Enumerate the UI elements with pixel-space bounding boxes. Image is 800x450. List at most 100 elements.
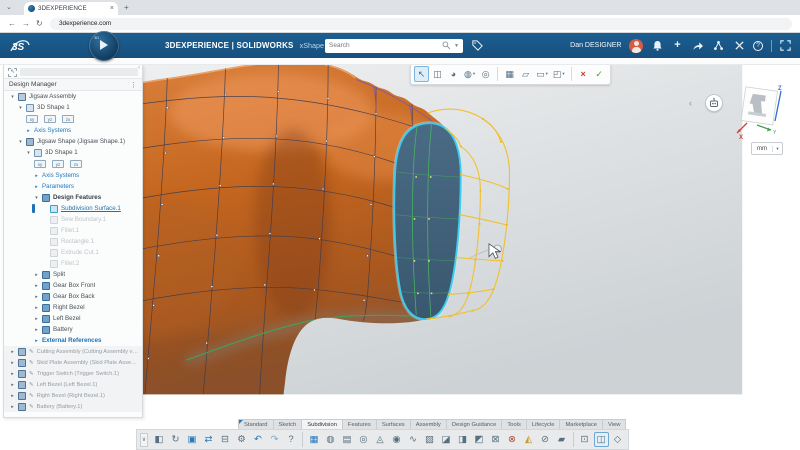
- swym-icon[interactable]: [733, 39, 746, 52]
- tree-caret-icon[interactable]: ▸: [34, 338, 39, 344]
- subdivide-box-icon[interactable]: ◫: [594, 432, 609, 447]
- panel-filter-strip[interactable]: [20, 68, 138, 76]
- tree-item-external-references[interactable]: ▸External References: [4, 335, 142, 346]
- units-dropdown[interactable]: mm ▾: [751, 142, 783, 155]
- plane-icon-yz[interactable]: yz: [52, 160, 64, 168]
- tree-item-right-bezel[interactable]: ▸Right Bezel: [4, 302, 142, 313]
- tree-item-axis-systems[interactable]: ▸Axis Systems: [4, 170, 142, 181]
- symmetry-grid-icon[interactable]: ▦: [502, 66, 517, 82]
- add-content-icon[interactable]: +: [671, 39, 684, 52]
- tree-item-cutting-assembly-cutting-assembly-v1-1[interactable]: ▸✎Cutting Assembly (Cutting Assembly v1.…: [4, 346, 142, 357]
- fullscreen-icon[interactable]: [779, 39, 792, 52]
- panel-menu-kebab-icon[interactable]: ⋮: [130, 81, 137, 89]
- tree-caret-icon[interactable]: ▾: [18, 105, 23, 111]
- loft-surface-icon[interactable]: ◪: [439, 432, 454, 447]
- image-plane-icon[interactable]: ▧: [422, 432, 437, 447]
- marquee-selection-icon[interactable]: ▭▾: [534, 66, 550, 82]
- panel-collapse-chevron-icon[interactable]: ‹: [138, 65, 140, 71]
- tree-item-left-bezel-left-bezel-1[interactable]: ▸✎Left Bezel (Left Bezel.1): [4, 379, 142, 390]
- tree-item-right-bezel-right-bezel-1[interactable]: ▸✎Right Bezel (Right Bezel.1): [4, 390, 142, 401]
- help-icon[interactable]: ?: [284, 432, 299, 447]
- reload-icon[interactable]: ↻: [36, 19, 43, 28]
- assistant-button[interactable]: [705, 94, 723, 112]
- shaded-view-icon[interactable]: ◕: [446, 66, 461, 82]
- search-input[interactable]: [329, 42, 439, 49]
- tree-caret-icon[interactable]: ▸: [34, 184, 39, 190]
- new-tab-button[interactable]: +: [124, 3, 129, 12]
- address-bar[interactable]: 3dexperience.com: [50, 18, 792, 30]
- tree-caret-icon[interactable]: ▸: [10, 404, 15, 410]
- tree-item-parameters[interactable]: ▸Parameters: [4, 181, 142, 192]
- circular-pattern-icon[interactable]: ⊘: [538, 432, 553, 447]
- combine-bodies-icon[interactable]: ⊡: [577, 432, 592, 447]
- browser-tab[interactable]: 3DEXPERIENCE ×: [24, 2, 118, 15]
- tab-search-icon[interactable]: ⌄: [6, 3, 12, 11]
- primitive-pyramid-icon[interactable]: ◬: [373, 432, 388, 447]
- tree-item-battery-battery-1[interactable]: ▸✎Battery (Battery.1): [4, 401, 142, 412]
- tree-caret-icon[interactable]: ▸: [34, 283, 39, 289]
- tree-item-axis-systems[interactable]: ▸Axis Systems: [4, 125, 142, 136]
- actionbar-collapse-icon[interactable]: ∨: [140, 433, 148, 447]
- tree-item-extrude-cut-1[interactable]: Extrude Cut.1: [4, 247, 142, 258]
- shear-transform-icon[interactable]: ▰: [554, 432, 569, 447]
- tree-item-design-features[interactable]: ▾Design Features: [4, 192, 142, 203]
- tree-item-battery[interactable]: ▸Battery: [4, 324, 142, 335]
- edit-reference-plane-icon[interactable]: ▱: [518, 66, 533, 82]
- search-scope-chevron-icon[interactable]: ▼: [454, 43, 459, 49]
- tree-item-sew-boundary-1[interactable]: Sew Boundary.1: [4, 214, 142, 225]
- undo-icon[interactable]: ↶: [251, 432, 266, 447]
- tree-caret-icon[interactable]: ▸: [26, 128, 31, 134]
- confirm-icon[interactable]: ✓: [592, 66, 607, 82]
- subdivision-display-icon[interactable]: ◫: [430, 66, 445, 82]
- collaboration-network-icon[interactable]: [712, 39, 725, 52]
- back-icon[interactable]: ←: [8, 19, 16, 28]
- delete-face-icon[interactable]: ⊗: [505, 432, 520, 447]
- tree-item-fillet-1[interactable]: Fillet.1: [4, 225, 142, 236]
- user-name[interactable]: Dan DESIGNER: [570, 42, 621, 49]
- tree-item-3d-shape-1[interactable]: ▾3D Shape 1: [4, 102, 142, 113]
- render-style-icon[interactable]: ◍▾: [462, 66, 477, 82]
- plane-icon-zx[interactable]: zx: [62, 115, 74, 123]
- mesh-sphere-icon[interactable]: ◍: [323, 432, 338, 447]
- tree-item-split[interactable]: ▸Split: [4, 269, 142, 280]
- tree-caret-icon[interactable]: ▸: [10, 393, 15, 399]
- tree-caret-icon[interactable]: ▸: [34, 327, 39, 333]
- thicken-icon[interactable]: ◩: [472, 432, 487, 447]
- tree-caret-icon[interactable]: ▸: [34, 316, 39, 322]
- mesh-grid-icon[interactable]: ▤: [340, 432, 355, 447]
- tree-item-reference-planes[interactable]: xyyzzx: [4, 113, 142, 125]
- tree-item-fillet-2[interactable]: Fillet.2: [4, 258, 142, 269]
- primitive-box-icon[interactable]: ◇: [610, 432, 625, 447]
- viewport-3d[interactable]: ↖◫◕◍▾◎▦▱▭▾◰▾×✓ ‹ ↖ Design Manager ⋮ ▾Jig…: [0, 65, 800, 450]
- tree-caret-icon[interactable]: ▸: [10, 360, 15, 366]
- style-curve-icon[interactable]: ∿: [406, 432, 421, 447]
- 3dexperience-compass[interactable]: 3D: [89, 31, 119, 61]
- plane-icon-yz[interactable]: yz: [44, 115, 56, 123]
- convert-mesh-icon[interactable]: ▦: [307, 432, 322, 447]
- revision-history-icon[interactable]: ↻: [168, 432, 183, 447]
- redo-icon[interactable]: ↷: [267, 432, 282, 447]
- tree-caret-icon[interactable]: ▸: [10, 349, 15, 355]
- tree-caret-icon[interactable]: ▾: [34, 195, 39, 201]
- tree-item-trigger-switch-trigger-switch-1[interactable]: ▸✎Trigger Switch (Trigger Switch.1): [4, 368, 142, 379]
- flex-bend-icon[interactable]: ◭: [521, 432, 536, 447]
- tree-item-left-bezel[interactable]: ▸Left Bezel: [4, 313, 142, 324]
- view-cube[interactable]: Z X Y: [735, 83, 785, 139]
- copy-design-icon[interactable]: ◧: [152, 432, 167, 447]
- help-icon[interactable]: ?: [753, 41, 763, 51]
- tree-item-gear-box-front[interactable]: ▸Gear Box Front: [4, 280, 142, 291]
- tree-caret-icon[interactable]: ▸: [10, 382, 15, 388]
- settings-gear-icon[interactable]: ⚙: [234, 432, 249, 447]
- tree-item-reference-planes[interactable]: xyyzzx: [4, 158, 142, 170]
- search-icon[interactable]: [442, 41, 451, 50]
- tab-close-icon[interactable]: ×: [110, 5, 114, 12]
- tree-item-skid-plate-assembly-skid-plate-assembl[interactable]: ▸✎Skid Plate Assembly (Skid Plate Assemb…: [4, 357, 142, 368]
- inspect-mesh-icon[interactable]: ◎: [356, 432, 371, 447]
- trim-face-icon[interactable]: ⊠: [488, 432, 503, 447]
- sweep-surface-icon[interactable]: ◨: [455, 432, 470, 447]
- tree-caret-icon[interactable]: ▸: [34, 272, 39, 278]
- export-package-icon[interactable]: ⊟: [218, 432, 233, 447]
- share-icon[interactable]: [692, 39, 705, 52]
- plane-icon-xy[interactable]: xy: [34, 160, 46, 168]
- volume-selection-icon[interactable]: ◰▾: [551, 66, 567, 82]
